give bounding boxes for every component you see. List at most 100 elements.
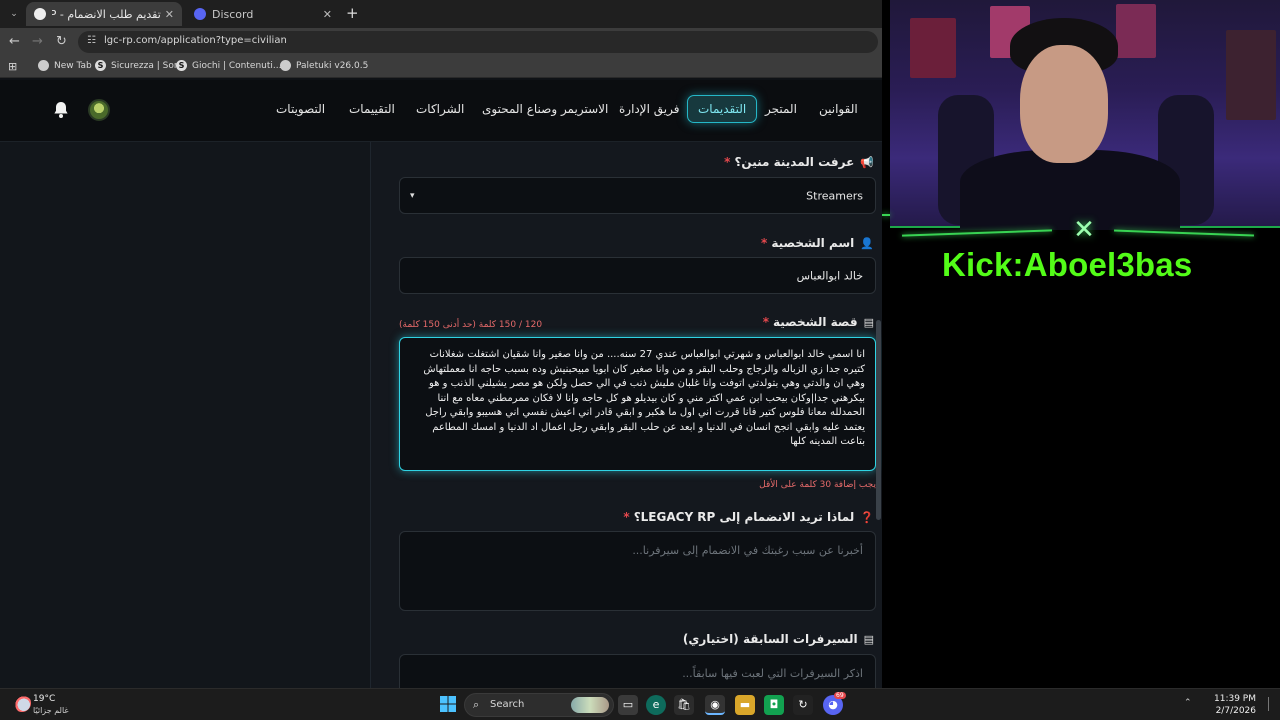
source-select-value: Streamers	[806, 189, 863, 202]
reload-icon[interactable]: ↻	[56, 34, 67, 50]
char-name-label: 👤 اسم الشخصية*	[761, 236, 874, 250]
edge-icon[interactable]: e	[646, 695, 666, 715]
bookmarks-bar: ⊞ New Tab S Sicurezza | Sony S Giochi | Co…	[0, 56, 882, 78]
required-star: *	[762, 315, 769, 329]
search-icon: ⌕	[473, 698, 480, 711]
system-clock[interactable]: 11:39 PM 2/7/2026	[1214, 693, 1256, 717]
clock-date: 2/7/2026	[1215, 706, 1256, 716]
close-tab-icon[interactable]: ✕	[323, 8, 332, 21]
url-text: lgc-rp.com/application?type=civilian	[104, 35, 287, 46]
why-join-placeholder: أخبرنا عن سبب رغبتك في الانضمام إلى سيرف…	[632, 544, 863, 557]
why-join-label: ❓ لماذا تريد الانضمام إلى LEGACY RP؟*	[623, 510, 874, 524]
story-text: انا اسمي خالد ابوالعباس و شهرتي ابوالعبا…	[423, 349, 865, 447]
sony-s-icon: S	[176, 60, 187, 71]
new-tab-button[interactable]: +	[346, 5, 359, 21]
source-select[interactable]: Streamers ▾	[399, 177, 876, 214]
tab-search-icon[interactable]: ⌄	[6, 6, 22, 22]
nav-votes[interactable]: التصويتات	[276, 102, 325, 116]
prev-servers-label: ▤ السيرفرات السابقة (اختياري)	[683, 632, 874, 646]
bookmark-new-tab[interactable]: New Tab	[38, 60, 92, 71]
globe-icon	[38, 60, 49, 71]
nav-partners[interactable]: الشراكات	[416, 102, 464, 116]
address-bar[interactable]: ☷ lgc-rp.com/application?type=civilian	[78, 31, 878, 53]
streaming-app-icon[interactable]: ↻	[793, 695, 813, 715]
bookmark-sony[interactable]: S Sicurezza | Sony	[95, 60, 185, 71]
tab-title: Discord	[212, 7, 254, 21]
site-header: التصويتات التقييمات الشراكات الاستريمر و…	[0, 80, 882, 142]
book-icon: ▤	[863, 316, 874, 329]
required-star: *	[623, 510, 630, 524]
required-star: *	[761, 236, 768, 250]
site-info-icon[interactable]: ☷	[87, 35, 96, 46]
story-warning: يجب إضافة 30 كلمة على الأقل	[759, 480, 876, 490]
prev-servers-textarea[interactable]: اذكر السيرفرات التي لعبت فيها سابقاً...	[399, 654, 876, 688]
story-label: ▤ قصة الشخصية*	[763, 315, 874, 329]
chevron-down-icon: ▾	[410, 190, 415, 201]
user-icon: 👤	[860, 237, 874, 250]
chrome-icon[interactable]: ◉	[705, 695, 725, 715]
question-circle-icon: ❓	[860, 511, 874, 524]
why-join-label-text: لماذا تريد الانضمام إلى LEGACY RP؟	[633, 510, 855, 524]
search-label: Search	[490, 699, 525, 710]
why-join-textarea[interactable]: أخبرنا عن سبب رغبتك في الانضمام إلى سيرف…	[399, 531, 876, 611]
wall-poster	[1116, 4, 1156, 58]
source-label: 📢 عرفت المدينة منين؟*	[724, 155, 874, 169]
nav-store[interactable]: المتجر	[765, 102, 797, 116]
bookmark-paletuki[interactable]: Paletuki v26.0.5	[280, 60, 368, 71]
neon-line	[1114, 229, 1254, 237]
tab-legacy-rp[interactable]: تقديم طلب الانضمام - LEGACY RP ✕	[26, 2, 182, 26]
show-desktop-button[interactable]	[1268, 697, 1274, 711]
char-name-input[interactable]: خالد ابوالعباس	[399, 257, 876, 294]
prev-servers-label-text: السيرفرات السابقة (اختياري)	[682, 632, 858, 646]
jersey	[1226, 30, 1276, 120]
task-view-icon[interactable]: ▭	[618, 695, 638, 715]
screen: ⌄ تقديم طلب الانضمام - LEGACY RP ✕ Disco…	[0, 0, 1280, 720]
file-explorer-icon[interactable]: ▬	[735, 695, 755, 715]
bookmark-label: New Tab	[54, 60, 92, 71]
clock-time: 11:39 PM	[1214, 694, 1256, 704]
server-icon: ▤	[863, 633, 874, 646]
browser-toolbar: ← → ↻ ☷ lgc-rp.com/application?type=civi…	[0, 28, 882, 56]
nav-streamers[interactable]: الاستريمر وصناع المحتوى	[482, 102, 608, 116]
app-icon[interactable]: ◘	[764, 695, 784, 715]
required-star: *	[724, 155, 731, 169]
close-tab-icon[interactable]: ✕	[165, 8, 174, 21]
store-icon[interactable]: 🛍	[674, 695, 694, 715]
char-name-label-text: اسم الشخصية	[771, 236, 855, 250]
page-scrollbar[interactable]	[876, 320, 881, 520]
user-avatar[interactable]	[88, 99, 110, 121]
back-arrow-icon[interactable]: ←	[9, 34, 20, 50]
sony-s-icon: S	[95, 60, 106, 71]
browser-tabstrip: ⌄ تقديم طلب الانضمام - LEGACY RP ✕ Disco…	[0, 0, 882, 28]
nav-rules[interactable]: القوانين	[819, 102, 858, 116]
discord-badge: 69	[834, 692, 846, 699]
notification-bell-icon[interactable]	[51, 100, 71, 120]
legacy-favicon-icon	[34, 8, 46, 20]
tab-title: تقديم طلب الانضمام - LEGACY RP	[52, 7, 161, 21]
streamer-face	[1020, 45, 1108, 163]
bookmark-label: Sicurezza | Sony	[111, 60, 185, 71]
wall-poster	[910, 18, 956, 78]
prev-servers-placeholder: اذكر السيرفرات التي لعبت فيها سابقاً...	[682, 667, 863, 680]
nav-ratings[interactable]: التقييمات	[349, 102, 395, 116]
forward-arrow-icon[interactable]: →	[32, 34, 43, 50]
bookmark-giochi[interactable]: S Giochi | Contenuti...	[176, 60, 281, 71]
taskbar-search[interactable]: ⌕ Search	[464, 693, 614, 717]
application-form: 📢عرفت المدينة منين؟* Streamers ▾ 👤 اسم ال…	[370, 142, 882, 688]
story-textarea[interactable]: انا اسمي خالد ابوالعباس و شهرتي ابوالعبا…	[399, 337, 876, 471]
bookmark-label: Paletuki v26.0.5	[296, 60, 369, 71]
windows-start-icon[interactable]	[438, 695, 458, 715]
tab-discord[interactable]: Discord ✕	[186, 2, 340, 26]
source-label-text: عرفت المدينة منين؟	[734, 155, 855, 169]
tray-chevron-icon[interactable]: ⌃	[1184, 698, 1192, 708]
nav-admin-team[interactable]: فريق الإدارة	[619, 102, 679, 116]
website-viewport: التصويتات التقييمات الشراكات الاستريمر و…	[0, 80, 882, 688]
apps-grid-icon[interactable]: ⊞	[8, 60, 17, 73]
weather-icon[interactable]	[13, 694, 31, 712]
char-name-value: خالد ابوالعباس	[796, 269, 863, 282]
weather-desc: غالم جزائيًا	[33, 706, 69, 715]
windows-taskbar: 19°C غالم جزائيًا ⌕ Search ▭ e 🛍 ◉ ▬ ◘ ↻…	[0, 688, 1280, 720]
neon-line	[882, 214, 890, 216]
nav-applications[interactable]: التقديمات	[687, 95, 758, 123]
neon-line	[902, 229, 1052, 237]
